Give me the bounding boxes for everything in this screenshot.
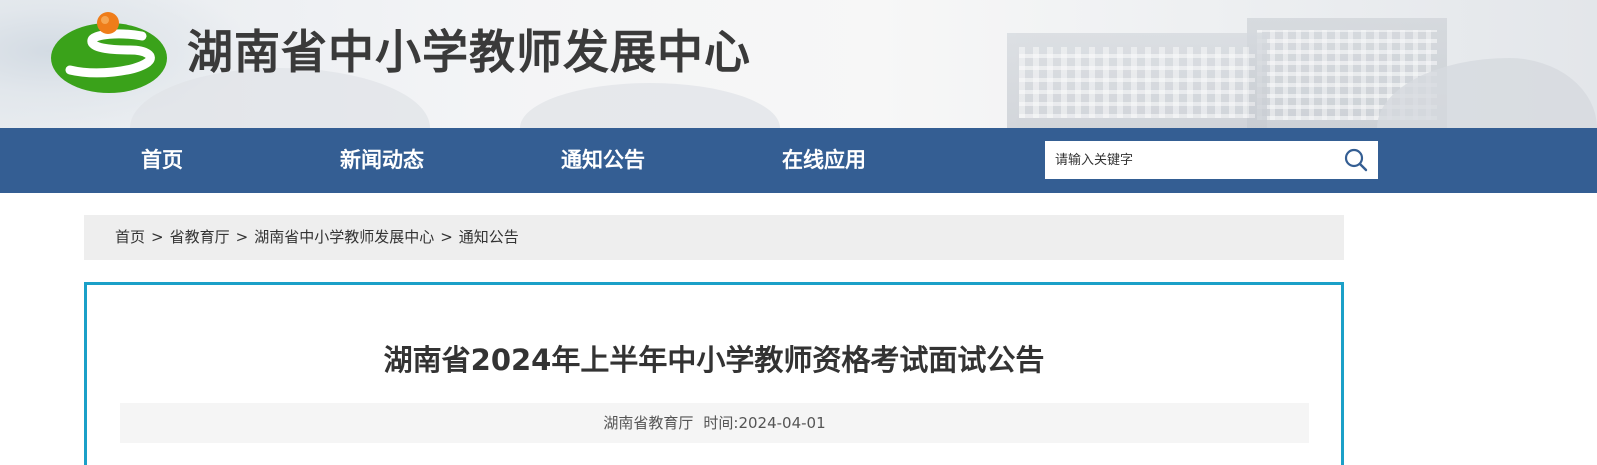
breadcrumb-separator: > [151,228,164,246]
search-input[interactable] [1055,141,1335,179]
nav-item-home[interactable]: 首页 [122,128,202,193]
header-banner: 湖南省中小学教师发展中心 [0,0,1597,128]
article-title: 湖南省2024年上半年中小学教师资格考试面试公告 [383,343,1045,377]
site-title[interactable]: 湖南省中小学教师发展中心 [187,22,751,82]
breadcrumb: 首页 > 省教育厅 > 湖南省中小学教师发展中心 > 通知公告 [84,215,1344,260]
breadcrumb-teacher-center[interactable]: 湖南省中小学教师发展中心 [254,228,434,246]
breadcrumb-notices[interactable]: 通知公告 [459,228,519,246]
nav-item-notices[interactable]: 通知公告 [543,128,663,193]
article-date: 2024-04-01 [738,414,826,432]
search-box [1045,141,1378,179]
breadcrumb-separator: > [235,228,249,246]
main-nav: 首页 新闻动态 通知公告 在线应用 [0,128,1597,193]
banner-mountain [520,83,780,128]
nav-item-online-apps[interactable]: 在线应用 [764,128,884,193]
site-logo-icon[interactable] [50,10,168,94]
article-container: 湖南省2024年上半年中小学教师资格考试面试公告 湖南省教育厅 时间:2024-0… [84,282,1344,465]
breadcrumb-separator: > [440,228,453,246]
breadcrumb-education-department[interactable]: 省教育厅 [170,228,230,246]
article-time-label: 时间: [703,414,739,432]
banner-building-image [1007,33,1267,128]
article-meta: 湖南省教育厅 时间:2024-04-01 [120,403,1309,443]
nav-item-news[interactable]: 新闻动态 [322,128,442,193]
breadcrumb-home[interactable]: 首页 [115,228,145,246]
article-source: 湖南省教育厅 [603,414,694,432]
search-icon[interactable] [1344,148,1368,172]
